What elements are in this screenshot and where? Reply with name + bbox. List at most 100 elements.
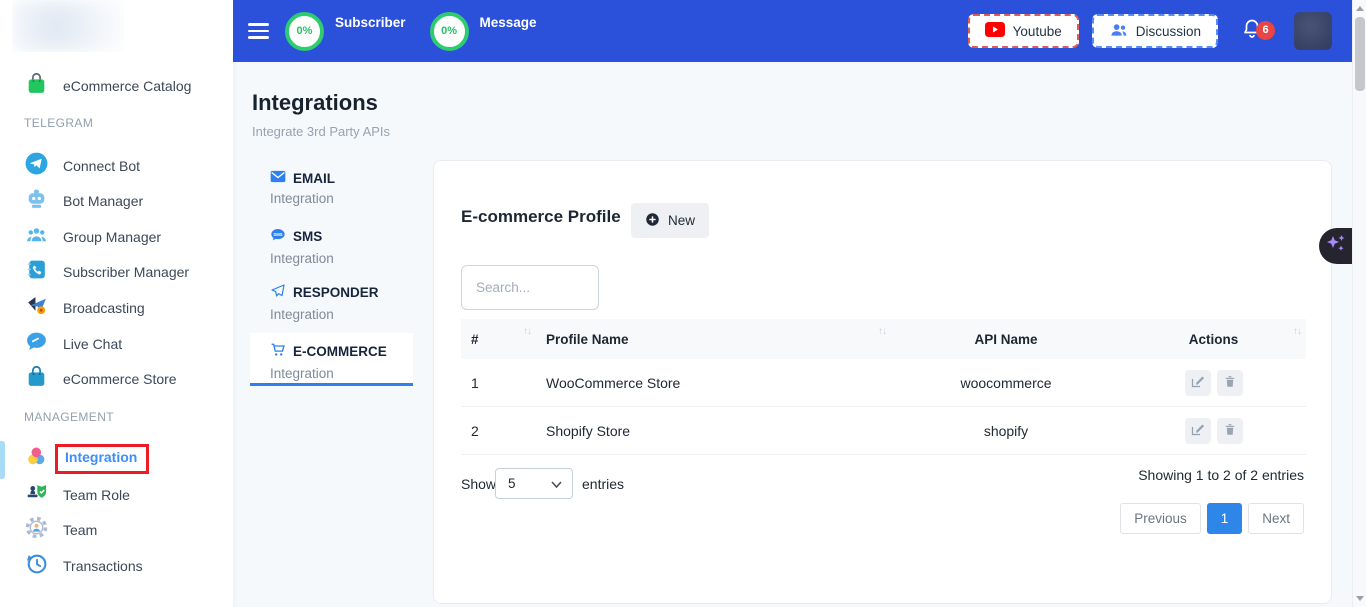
table-row: 2 Shopify Store shopify	[461, 407, 1306, 455]
sidebar-item-team-role[interactable]: Team Role	[24, 481, 130, 509]
message-progress-ring: 0%	[430, 12, 469, 51]
edit-button[interactable]	[1185, 418, 1211, 444]
chevron-down-icon	[551, 476, 562, 491]
sparkles-icon	[1325, 232, 1347, 261]
entries-label: entries	[582, 476, 624, 492]
sidebar-item-subscriber-manager[interactable]: Subscriber Manager	[24, 258, 189, 286]
delete-button[interactable]	[1217, 418, 1243, 444]
youtube-button[interactable]: Youtube	[968, 14, 1079, 48]
current-page-button[interactable]: 1	[1207, 503, 1243, 534]
sidebar-item-live-chat[interactable]: Live Chat	[24, 330, 122, 358]
entries-select[interactable]: 5	[495, 468, 573, 499]
message-stat-label: Message	[480, 15, 537, 30]
subscriber-stat: 0% Subscriber	[285, 12, 406, 51]
showing-entries-summary: Showing 1 to 2 of 2 entries	[1138, 467, 1304, 483]
cart-icon	[270, 342, 286, 361]
sidebar-item-label: Team	[63, 522, 97, 538]
sidebar-item-team[interactable]: Team	[24, 516, 97, 544]
edit-button[interactable]	[1185, 370, 1211, 396]
ai-assistant-fab[interactable]	[1319, 228, 1352, 264]
group-icon	[24, 222, 49, 252]
sidebar-item-label: eCommerce Store	[63, 371, 177, 387]
app-root: eCommerce Catalog TELEGRAM Connect Bot B…	[0, 0, 1366, 607]
subscriber-progress-ring: 0%	[285, 12, 324, 51]
youtube-button-label: Youtube	[1013, 24, 1062, 39]
sort-icon[interactable]: ↑↓	[1293, 326, 1301, 337]
column-header-profile-name[interactable]: Profile Name ↑↓	[536, 319, 891, 359]
sidebar-item-label: Connect Bot	[63, 158, 140, 174]
table-header-row: # ↑↓ Profile Name ↑↓ API Name Actions	[461, 319, 1306, 359]
subnav-item-ecommerce[interactable]: E-COMMERCE Integration	[250, 333, 413, 386]
sidebar-item-label: Team Role	[63, 487, 130, 503]
sidebar-item-broadcasting[interactable]: Broadcasting	[24, 294, 145, 322]
paper-plane-icon	[270, 283, 286, 302]
sidebar-item-label: Integration	[65, 449, 137, 465]
trash-icon	[1223, 374, 1237, 392]
search-input[interactable]	[461, 265, 599, 310]
sidebar-item-ecommerce-catalog[interactable]: eCommerce Catalog	[24, 72, 191, 100]
sms-bubble-icon: SMS	[270, 227, 286, 246]
subnav-item-sms[interactable]: SMS SMS Integration	[250, 227, 413, 266]
new-profile-button[interactable]: New	[631, 203, 709, 238]
sort-icon[interactable]: ↑↓	[878, 326, 886, 337]
notification-bell[interactable]: 6	[1240, 17, 1264, 46]
transactions-icon	[24, 551, 49, 581]
plus-circle-icon	[645, 212, 660, 230]
top-header: 0% Subscriber 0% Message Youtube	[233, 0, 1366, 62]
panel-title: E-commerce Profile	[461, 207, 621, 227]
column-header-api-name[interactable]: API Name	[891, 319, 1121, 359]
discussion-button[interactable]: Discussion	[1092, 14, 1218, 48]
hamburger-menu-icon[interactable]	[248, 19, 269, 43]
vertical-scrollbar[interactable]	[1352, 0, 1366, 607]
integration-circles-icon	[24, 444, 49, 474]
subnav-item-name: EMAIL	[293, 171, 335, 186]
app-logo	[12, 0, 124, 52]
subscriber-stat-value-blurred	[335, 34, 390, 48]
team-role-icon	[24, 480, 49, 510]
sidebar-item-label: Subscriber Manager	[63, 264, 189, 280]
subnav-item-sub: Integration	[270, 366, 413, 381]
user-avatar[interactable]	[1294, 12, 1332, 50]
annotation-highlight-box: Integration	[55, 444, 149, 474]
sidebar-item-transactions[interactable]: Transactions	[24, 552, 143, 580]
subnav-item-name: SMS	[293, 229, 322, 244]
subnav-item-sub: Integration	[270, 251, 413, 266]
sidebar-item-bot-manager[interactable]: Bot Manager	[24, 187, 143, 215]
subnav-item-sub: Integration	[270, 307, 413, 322]
email-icon	[270, 170, 286, 186]
active-item-indicator	[0, 441, 5, 479]
sidebar-section-telegram: TELEGRAM	[24, 116, 93, 130]
sidebar-item-label: eCommerce Catalog	[63, 78, 191, 94]
main-content: Integrations Integrate 3rd Party APIs EM…	[233, 62, 1366, 607]
sidebar-item-group-manager[interactable]: Group Manager	[24, 223, 161, 251]
sidebar-item-label: Live Chat	[63, 336, 122, 352]
sort-icon[interactable]: ↑↓	[523, 326, 531, 337]
sidebar-item-label: Group Manager	[63, 229, 161, 245]
row-num: 2	[461, 407, 536, 455]
edit-pencil-icon	[1190, 422, 1205, 440]
scrollbar-thumb[interactable]	[1355, 17, 1365, 91]
row-api-name: woocommerce	[891, 359, 1121, 407]
column-header-num[interactable]: # ↑↓	[461, 319, 536, 359]
page-subtitle: Integrate 3rd Party APIs	[252, 124, 390, 139]
new-button-label: New	[668, 213, 695, 228]
profiles-table: # ↑↓ Profile Name ↑↓ API Name Actions	[461, 319, 1306, 455]
next-page-button[interactable]: Next	[1248, 503, 1304, 534]
subnav-item-email[interactable]: EMAIL Integration	[250, 170, 413, 206]
subnav-item-name: E-COMMERCE	[293, 344, 387, 359]
sidebar: eCommerce Catalog TELEGRAM Connect Bot B…	[0, 0, 233, 607]
row-profile-name: WooCommerce Store	[536, 359, 891, 407]
previous-page-button[interactable]: Previous	[1120, 503, 1201, 534]
trash-icon	[1223, 422, 1237, 440]
sidebar-item-connect-bot[interactable]: Connect Bot	[24, 152, 140, 180]
telegram-icon	[24, 151, 49, 181]
scrollbar-up-arrow[interactable]	[1356, 6, 1364, 11]
robot-icon	[24, 186, 49, 216]
shopping-bag-icon	[24, 71, 49, 101]
sidebar-item-integration[interactable]: Integration	[24, 445, 149, 473]
sidebar-item-ecommerce-store[interactable]: eCommerce Store	[24, 365, 177, 393]
table-row: 1 WooCommerce Store woocommerce	[461, 359, 1306, 407]
scrollbar-down-arrow[interactable]	[1356, 596, 1364, 601]
subnav-item-responder[interactable]: RESPONDER Integration	[250, 283, 413, 322]
delete-button[interactable]	[1217, 370, 1243, 396]
